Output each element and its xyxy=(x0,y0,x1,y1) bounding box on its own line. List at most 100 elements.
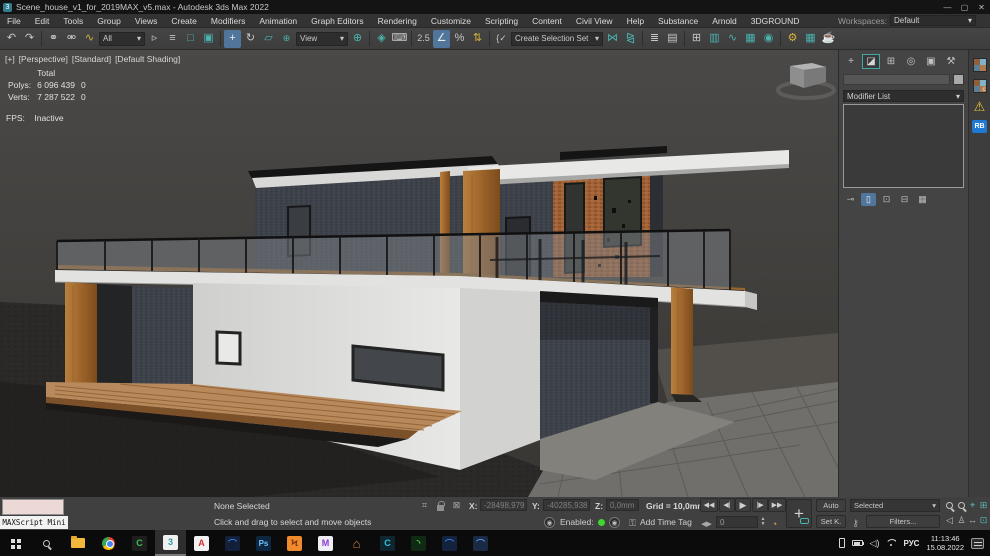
go-to-start-button[interactable]: ◀◀ xyxy=(700,498,718,512)
select-and-move-icon[interactable]: + xyxy=(224,30,241,48)
camtasia-button[interactable]: C xyxy=(124,530,155,556)
clock[interactable]: 11:13:46 15.08.2022 xyxy=(926,534,964,552)
maximize-viewport-icon[interactable]: ⊡ xyxy=(978,514,989,526)
warning-icon[interactable]: ⚠ xyxy=(974,100,986,113)
menu-animation[interactable]: Animation xyxy=(252,14,304,28)
field-of-view-icon[interactable]: ◁ xyxy=(944,514,955,526)
tab-display-icon[interactable]: ▣ xyxy=(922,54,940,69)
workspaces-dropdown[interactable]: Default▾ xyxy=(890,15,976,26)
selection-filter-dropdown[interactable]: All▾ xyxy=(99,32,145,46)
viewport-menu-general[interactable]: [+] xyxy=(5,54,15,64)
orange-app-button[interactable]: Ϟ xyxy=(279,530,310,556)
set-keys-button[interactable]: + xyxy=(786,499,812,528)
file-explorer-button[interactable] xyxy=(62,530,93,556)
layer-manager-icon[interactable]: ≣ xyxy=(646,30,663,48)
placement-icon[interactable]: ⊕ xyxy=(278,30,295,48)
language-indicator[interactable]: РУС xyxy=(903,539,919,548)
remove-modifier-icon[interactable]: ⊟ xyxy=(897,193,912,206)
window-crossing-icon[interactable]: ▣ xyxy=(200,30,217,48)
modifier-list-dropdown[interactable]: Modifier List▾ xyxy=(843,90,964,102)
tab-hierarchy-icon[interactable]: ⊞ xyxy=(882,54,900,69)
previous-frame-button[interactable]: ◀| xyxy=(719,498,735,512)
zoom-all-icon[interactable] xyxy=(956,499,967,511)
create-selection-set-dropdown[interactable]: Create Selection Set▾ xyxy=(511,32,603,46)
taskbar-search[interactable] xyxy=(31,530,62,556)
viewport-canvas[interactable] xyxy=(0,50,838,497)
zoom-extents-icon[interactable]: ⌖ xyxy=(967,499,978,511)
3dsmax-taskbar-button[interactable]: 3 xyxy=(155,530,186,556)
current-frame-field[interactable]: 0 xyxy=(716,516,758,528)
snaps-toggle-icon[interactable]: 2.5 xyxy=(415,30,432,48)
ribbon-toggle-icon[interactable]: ▤ xyxy=(664,30,681,48)
x-coordinate-field[interactable]: -28498,979 xyxy=(480,499,527,511)
menu-file[interactable]: File xyxy=(0,14,28,28)
pan-view-icon[interactable]: ↔ xyxy=(967,514,978,526)
angle-snap-icon[interactable]: ∠ xyxy=(433,30,450,48)
menu-customize[interactable]: Customize xyxy=(424,14,478,28)
maxscript-mini-listener[interactable] xyxy=(2,499,64,515)
z-coordinate-field[interactable]: 0,0mm xyxy=(606,499,639,511)
menu-edit[interactable]: Edit xyxy=(28,14,57,28)
chrome-button[interactable] xyxy=(93,530,124,556)
menu-views[interactable]: Views xyxy=(128,14,165,28)
close-button[interactable]: ✕ xyxy=(973,1,990,14)
scene-explorer-icon[interactable]: ⊞ xyxy=(688,30,705,48)
use-pivot-point-icon[interactable]: ⊕ xyxy=(349,30,366,48)
modifier-stack[interactable] xyxy=(843,104,964,188)
layer-explorer-icon[interactable]: ▥ xyxy=(706,30,723,48)
time-configuration-icon[interactable]: ◔ xyxy=(768,517,781,530)
mirror-icon[interactable]: ⋈ xyxy=(604,30,621,48)
menu-3dground[interactable]: 3DGROUND xyxy=(744,14,807,28)
tab-create-icon[interactable]: + xyxy=(842,54,860,69)
volume-icon[interactable]: ◁) xyxy=(870,538,880,549)
menu-content[interactable]: Content xyxy=(525,14,569,28)
reference-coordinate-dropdown[interactable]: View▾ xyxy=(296,32,348,46)
menu-tools[interactable]: Tools xyxy=(56,14,90,28)
autocad-button[interactable]: A xyxy=(186,530,217,556)
auto-key-button[interactable]: Auto xyxy=(816,499,846,512)
phone-link-icon[interactable] xyxy=(839,538,845,548)
render-setup-icon[interactable]: ⚙ xyxy=(784,30,801,48)
menu-scripting[interactable]: Scripting xyxy=(478,14,525,28)
show-end-result-icon[interactable]: ▯ xyxy=(861,193,876,206)
texture-tool-c-icon[interactable]: c xyxy=(973,79,987,93)
named-selection-sets-icon[interactable]: {✓ xyxy=(493,30,510,48)
frame-step-icon[interactable]: ◀▶ xyxy=(700,517,713,530)
key-filter-dropdown[interactable]: Selected▾ xyxy=(850,499,940,512)
menu-rendering[interactable]: Rendering xyxy=(371,14,424,28)
tab-motion-icon[interactable]: ◎ xyxy=(902,54,920,69)
minimize-button[interactable]: — xyxy=(939,1,956,14)
curve-editor-icon[interactable]: ∿ xyxy=(724,30,741,48)
menu-group[interactable]: Group xyxy=(90,14,128,28)
select-by-name-icon[interactable]: ≡ xyxy=(164,30,181,48)
align-icon[interactable]: ⧎ xyxy=(622,30,639,48)
select-and-scale-icon[interactable]: ▱ xyxy=(260,30,277,48)
play-button[interactable]: ▶ xyxy=(735,498,751,512)
set-key-button[interactable]: Set K. xyxy=(816,515,846,528)
photoshop-button[interactable]: Ps xyxy=(248,530,279,556)
next-frame-button[interactable]: |▶ xyxy=(752,498,768,512)
anim-toggle-icon[interactable]: ◉ xyxy=(609,517,620,528)
menu-graph-editors[interactable]: Graph Editors xyxy=(304,14,370,28)
select-and-manipulate-icon[interactable]: ◈ xyxy=(373,30,390,48)
selection-lock-icon[interactable] xyxy=(434,499,447,512)
viewport-menu-shading[interactable]: [Default Shading] xyxy=(115,54,180,64)
add-time-tag[interactable]: Add Time Tag xyxy=(640,517,692,527)
go-to-end-button[interactable]: ▶▶ xyxy=(768,498,786,512)
menu-civil-view[interactable]: Civil View xyxy=(569,14,620,28)
cyan-app-button[interactable]: C xyxy=(372,530,403,556)
select-object-icon[interactable]: ▹ xyxy=(146,30,163,48)
rendered-frame-window-icon[interactable]: ▦ xyxy=(802,30,819,48)
unlink-selection-icon[interactable]: ⚮ xyxy=(63,30,80,48)
rectangular-selection-region-icon[interactable]: □ xyxy=(182,30,199,48)
walk-through-icon[interactable]: ♙ xyxy=(956,514,967,526)
viewport-menu-renderer[interactable]: [Standard] xyxy=(72,54,111,64)
schematic-view-icon[interactable]: ▦ xyxy=(742,30,759,48)
menu-substance[interactable]: Substance xyxy=(651,14,705,28)
mute-toggle-icon[interactable]: ◉ xyxy=(544,517,555,528)
redo-icon[interactable]: ↷ xyxy=(21,30,38,48)
notification-center-icon[interactable] xyxy=(971,538,984,549)
material-editor-icon[interactable]: ◉ xyxy=(760,30,777,48)
perspective-viewport[interactable]: [+] [Perspective] [Standard] [Default Sh… xyxy=(0,50,838,497)
viewport-menu-pov[interactable]: [Perspective] xyxy=(19,54,68,64)
